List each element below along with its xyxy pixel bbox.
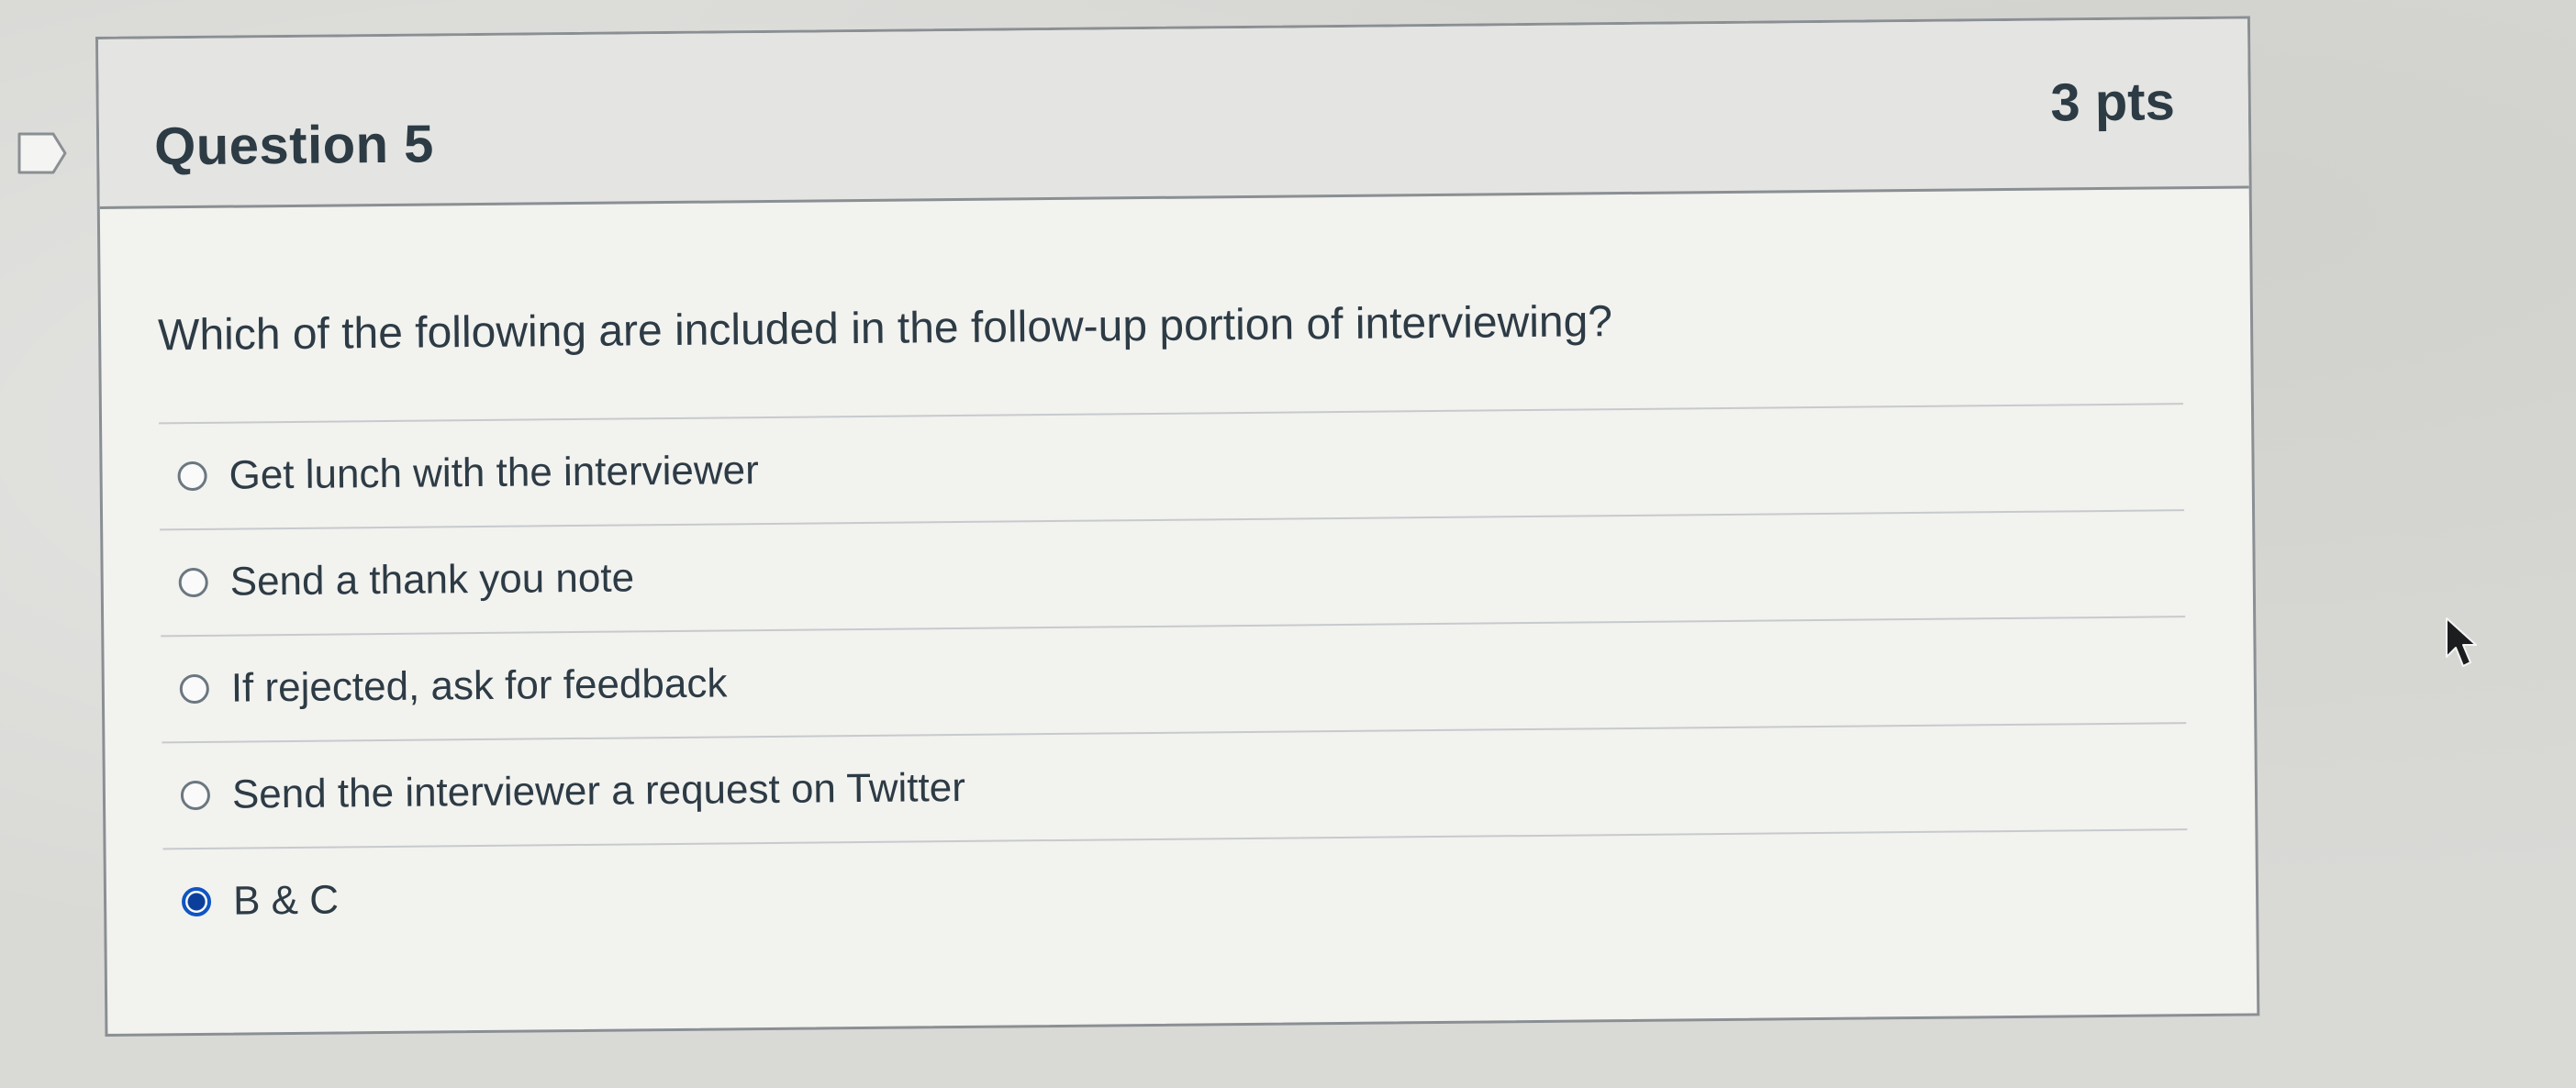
answer-option[interactable]: If rejected, ask for feedback bbox=[161, 617, 2187, 744]
answer-option[interactable]: Send the interviewer a request on Twitte… bbox=[162, 724, 2188, 850]
question-text: Which of the following are included in t… bbox=[157, 297, 1613, 361]
flag-question-icon[interactable] bbox=[17, 131, 68, 175]
answer-label: Send a thank you note bbox=[229, 555, 635, 605]
radio-button[interactable] bbox=[180, 780, 211, 811]
answer-list: Get lunch with the interviewer Send a th… bbox=[159, 403, 2189, 955]
radio-button-selected[interactable] bbox=[181, 886, 212, 917]
answer-label: Send the interviewer a request on Twitte… bbox=[231, 764, 966, 817]
answer-option-selected[interactable]: B & C bbox=[163, 830, 2189, 954]
question-header: Question 5 3 pts bbox=[98, 18, 2249, 209]
radio-button[interactable] bbox=[179, 673, 209, 705]
question-card: Question 5 3 pts Which of the following … bbox=[95, 16, 2260, 1037]
answer-option[interactable]: Get lunch with the interviewer bbox=[159, 405, 2185, 531]
answer-label: B & C bbox=[232, 877, 340, 924]
mouse-pointer-icon bbox=[2446, 617, 2477, 667]
answer-option[interactable]: Send a thank you note bbox=[160, 511, 2186, 638]
radio-button[interactable] bbox=[177, 461, 207, 492]
question-title: Question 5 bbox=[153, 114, 435, 177]
question-points: 3 pts bbox=[2050, 72, 2176, 133]
answer-label: Get lunch with the interviewer bbox=[229, 448, 759, 498]
answer-label: If rejected, ask for feedback bbox=[230, 661, 728, 711]
radio-button[interactable] bbox=[178, 567, 208, 598]
